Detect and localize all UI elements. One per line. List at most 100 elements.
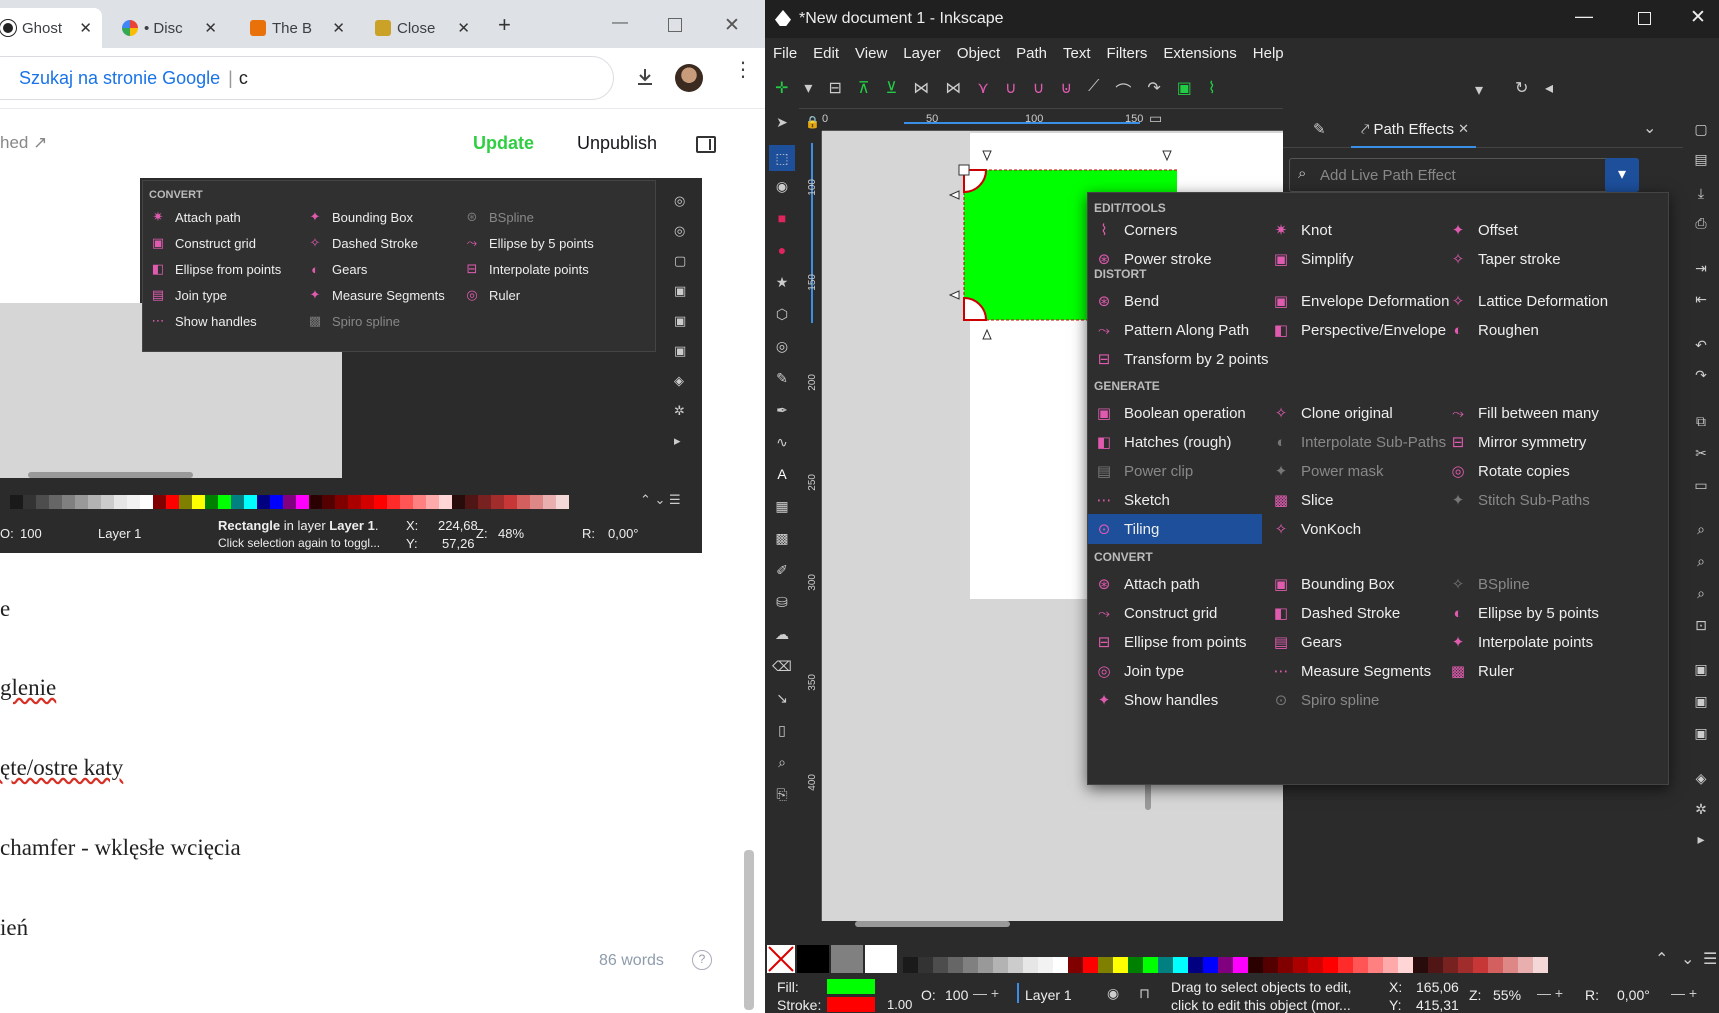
object-to-path-icon[interactable]: ↷ (1147, 78, 1160, 102)
selector-tool-icon[interactable]: ➤ (773, 113, 791, 131)
close-icon[interactable]: ✕ (457, 19, 470, 37)
palette-swatch[interactable] (1038, 957, 1053, 973)
palette-swatch[interactable] (1518, 957, 1533, 973)
palette-swatch[interactable] (1428, 957, 1443, 973)
undo-icon[interactable]: ↶ (1692, 336, 1710, 354)
delete-segment-icon[interactable]: ⋈ (945, 78, 961, 102)
menu-dots-icon[interactable]: ⋮ (733, 60, 753, 80)
lpe-item-pattern-along-path[interactable]: ⤳ Pattern Along Path (1088, 315, 1249, 345)
calligraphy-tool-icon[interactable]: ∿ (773, 433, 791, 451)
lock-icon[interactable]: 🔒 (805, 113, 822, 131)
lpe-item-mirror-symmetry[interactable]: ⊟ Mirror symmetry (1442, 427, 1587, 457)
menu-filters[interactable]: Filters (1107, 45, 1148, 62)
palette-swatch[interactable] (1083, 957, 1098, 973)
lpe-item-boolean-operation[interactable]: ▣ Boolean operation (1088, 398, 1246, 428)
rotation-stepper-icon[interactable]: — + (1671, 985, 1697, 1001)
fill-indicator[interactable] (827, 979, 875, 994)
export-icon[interactable]: ⇤ (1692, 290, 1710, 308)
paint-bucket-tool-icon[interactable]: ⛁ (773, 593, 791, 611)
palette-swatch[interactable] (948, 957, 963, 973)
new-doc-icon[interactable]: ▢ (1692, 120, 1710, 138)
lpe-item-ellipse-from-points[interactable]: ⊟ Ellipse from points (1088, 627, 1247, 657)
fill-stroke-tab-icon[interactable]: ✎ (1313, 120, 1326, 138)
menu-file[interactable]: File (773, 45, 797, 62)
menu-edit[interactable]: Edit (813, 45, 839, 62)
new-tab-button[interactable]: + (498, 12, 511, 38)
palette-swatch[interactable] (1383, 957, 1398, 973)
palette-swatch[interactable] (1113, 957, 1128, 973)
pen-tool-icon[interactable]: ✒ (773, 401, 791, 419)
smooth-node-icon[interactable]: ∪ (1005, 78, 1017, 102)
break-path-icon[interactable]: ⊻ (886, 78, 898, 102)
close-icon[interactable]: ✕ (204, 19, 217, 37)
opacity-value[interactable]: 100 (945, 987, 968, 1003)
star-tool-icon[interactable]: ★ (773, 273, 791, 291)
join-nodes-icon[interactable]: ⊼ (858, 78, 870, 102)
palette-swatch[interactable] (1218, 957, 1233, 973)
clone-icon[interactable]: ▣ (1692, 692, 1710, 710)
close-tab-icon[interactable]: ✕ (1458, 121, 1469, 137)
maximize-icon[interactable] (1638, 12, 1651, 25)
minimize-icon[interactable]: — (1575, 6, 1593, 27)
tab-ghost[interactable]: Ghost ✕ (0, 8, 102, 48)
unlink-icon[interactable]: ▣ (1692, 724, 1710, 742)
opacity-stepper-icon[interactable]: — + (973, 985, 999, 1001)
text-tool-icon[interactable]: A (773, 465, 791, 483)
tweak-tool-icon[interactable]: ◉ (773, 177, 791, 195)
help-icon[interactable]: ? (692, 950, 712, 970)
lpe-item-ellipse-by-5-points[interactable]: ◐ Ellipse by 5 points (1442, 598, 1598, 628)
lpe-item-ruler[interactable]: ▩ Ruler (1442, 656, 1514, 686)
palette-swatch[interactable] (1533, 957, 1548, 973)
zoom-stepper-icon[interactable]: — + (1537, 985, 1563, 1001)
lpe-item-bounding-box[interactable]: ▣ Bounding Box (1265, 569, 1395, 599)
palette-swatch[interactable] (1053, 957, 1068, 973)
minimize-icon[interactable]: — (612, 14, 628, 32)
palette-menu-icon[interactable]: ☰ (1703, 949, 1717, 969)
node-handle[interactable] (958, 164, 970, 176)
measure-tool-icon[interactable]: ⎘ (773, 785, 791, 803)
zoom-page-icon[interactable]: ⌕ (1692, 584, 1710, 602)
palette-swatch[interactable] (1023, 957, 1038, 973)
display-mode-icon[interactable]: ▭ (1149, 110, 1162, 127)
duplicate-icon[interactable]: ▣ (1692, 660, 1710, 678)
lpe-item-taper-stroke[interactable]: ✧ Taper stroke (1442, 244, 1561, 274)
stroke-indicator[interactable] (827, 997, 875, 1012)
palette-swatch[interactable] (1368, 957, 1383, 973)
menu-extensions[interactable]: Extensions (1163, 45, 1236, 62)
lpe-item-show-handles[interactable]: ✦ Show handles (1088, 685, 1219, 715)
save-icon[interactable]: ⤓ (1692, 184, 1710, 202)
ellipse-tool-icon[interactable]: ● (773, 241, 791, 259)
open-icon[interactable]: ▤ (1692, 150, 1710, 168)
ungroup-icon[interactable]: ✲ (1692, 800, 1710, 818)
swatch-black[interactable] (797, 945, 829, 973)
ghost-status-link[interactable]: hed ↗ (0, 133, 47, 153)
palette-swatch[interactable] (1008, 957, 1023, 973)
lock-icon[interactable]: ⊓ (1139, 985, 1150, 1002)
palette-swatch[interactable] (1263, 957, 1278, 973)
palette-swatch[interactable] (1413, 957, 1428, 973)
palette-swatch[interactable] (1308, 957, 1323, 973)
close-window-icon[interactable]: ✕ (724, 14, 740, 37)
lpe-item-slice[interactable]: ▩ Slice (1265, 485, 1334, 515)
copy-icon[interactable]: ⧉ (1692, 412, 1710, 430)
palette-swatch[interactable] (903, 957, 918, 973)
swatch-white[interactable] (865, 945, 897, 973)
palette-swatch[interactable] (1503, 957, 1518, 973)
palette-swatch[interactable] (1248, 957, 1263, 973)
update-button[interactable]: Update (473, 133, 534, 154)
download-icon[interactable] (634, 66, 656, 88)
palette-swatch[interactable] (1278, 957, 1293, 973)
import-icon[interactable]: ⇥ (1692, 259, 1710, 277)
palette-swatch[interactable] (933, 957, 948, 973)
corner-knot-handle[interactable] (982, 150, 992, 162)
menu-help[interactable]: Help (1253, 45, 1284, 62)
auto-smooth-icon[interactable]: ⊍ (1060, 78, 1072, 102)
lpe-item-construct-grid[interactable]: ⤳ Construct grid (1088, 598, 1217, 628)
cut-icon[interactable]: ✂ (1692, 444, 1710, 462)
close-icon[interactable]: ✕ (332, 19, 345, 37)
lpe-search-input[interactable]: ⌕ Add Live Path Effect (1289, 158, 1639, 192)
stroke-width[interactable]: 1.00 (887, 997, 912, 1012)
lpe-item-join-type[interactable]: ◎ Join type (1088, 656, 1184, 686)
toolbar-overflow-icon[interactable]: ▾ (1475, 80, 1483, 100)
line-segment-icon[interactable]: ⟋ (1088, 78, 1099, 102)
